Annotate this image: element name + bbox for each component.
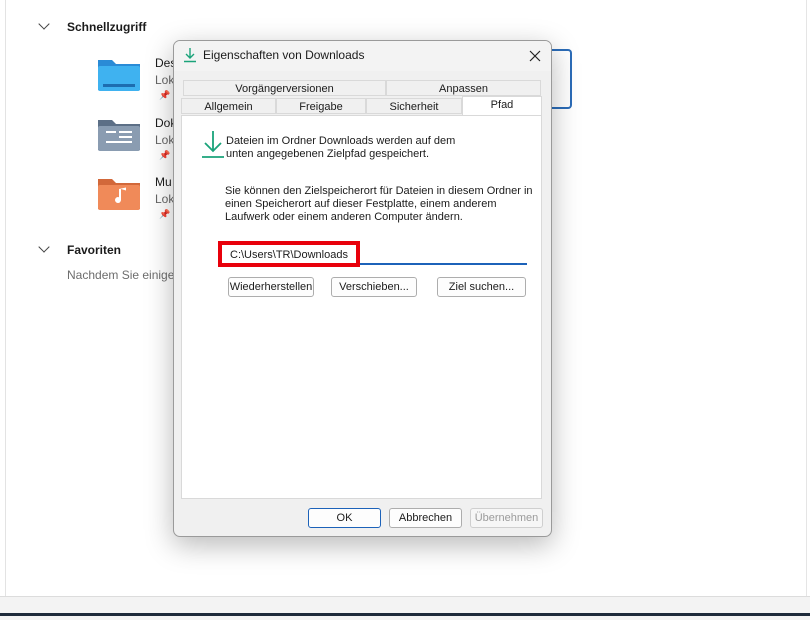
cancel-button[interactable]: Abbrechen: [389, 508, 462, 528]
path-input[interactable]: [226, 247, 527, 265]
quick-access-item-name: Mu: [155, 175, 172, 189]
path-tab-panel: Dateien im Ordner Downloads werden auf d…: [181, 115, 542, 499]
find-target-button[interactable]: Ziel suchen...: [437, 277, 526, 297]
tab-path[interactable]: Pfad: [462, 96, 542, 115]
dialog-title: Eigenschaften von Downloads: [203, 48, 365, 62]
music-folder-icon: [98, 179, 140, 210]
quick-access-item-location: Lok: [155, 133, 175, 147]
chevron-down-icon[interactable]: [38, 241, 50, 253]
taskbar-strip: [0, 596, 810, 620]
tab-general[interactable]: Allgemein: [181, 98, 276, 114]
favorites-hint-text: Nachdem Sie einige: [67, 268, 175, 282]
favorites-header[interactable]: Favoriten: [67, 243, 121, 257]
desktop-folder-icon: [98, 60, 140, 91]
quick-access-item-location: Lok: [155, 73, 175, 87]
close-button[interactable]: [523, 45, 547, 67]
window-edge: [806, 0, 807, 596]
download-icon: [184, 48, 196, 63]
taskbar-edge: [0, 613, 810, 616]
change-location-description: Sie können den Zielspeicherort für Datei…: [225, 185, 533, 223]
path-description: Dateien im Ordner Downloads werden auf d…: [226, 135, 456, 160]
restore-button[interactable]: Wiederherstellen: [228, 277, 314, 297]
quick-access-header[interactable]: Schnellzugriff: [67, 20, 146, 34]
chevron-down-icon[interactable]: [38, 18, 50, 30]
pin-icon: 📌: [159, 150, 171, 160]
download-folder-icon: [202, 131, 224, 158]
pin-icon: 📌: [159, 209, 171, 219]
ok-button[interactable]: OK: [308, 508, 381, 528]
quick-access-item-location: Lok: [155, 192, 175, 206]
pin-icon: 📌: [159, 90, 171, 100]
window-edge: [5, 0, 6, 596]
move-button[interactable]: Verschieben...: [331, 277, 417, 297]
tab-security[interactable]: Sicherheit: [366, 98, 462, 114]
tab-sharing[interactable]: Freigabe: [276, 98, 366, 114]
apply-button[interactable]: Übernehmen: [470, 508, 543, 528]
dialog-titlebar[interactable]: Eigenschaften von Downloads: [174, 41, 551, 71]
properties-dialog: Eigenschaften von Downloads Vorgängerver…: [173, 40, 552, 537]
tab-previous-versions[interactable]: Vorgängerversionen: [183, 80, 386, 96]
close-icon: [529, 50, 541, 62]
documents-folder-icon: [98, 120, 140, 151]
tab-customize[interactable]: Anpassen: [386, 80, 541, 96]
